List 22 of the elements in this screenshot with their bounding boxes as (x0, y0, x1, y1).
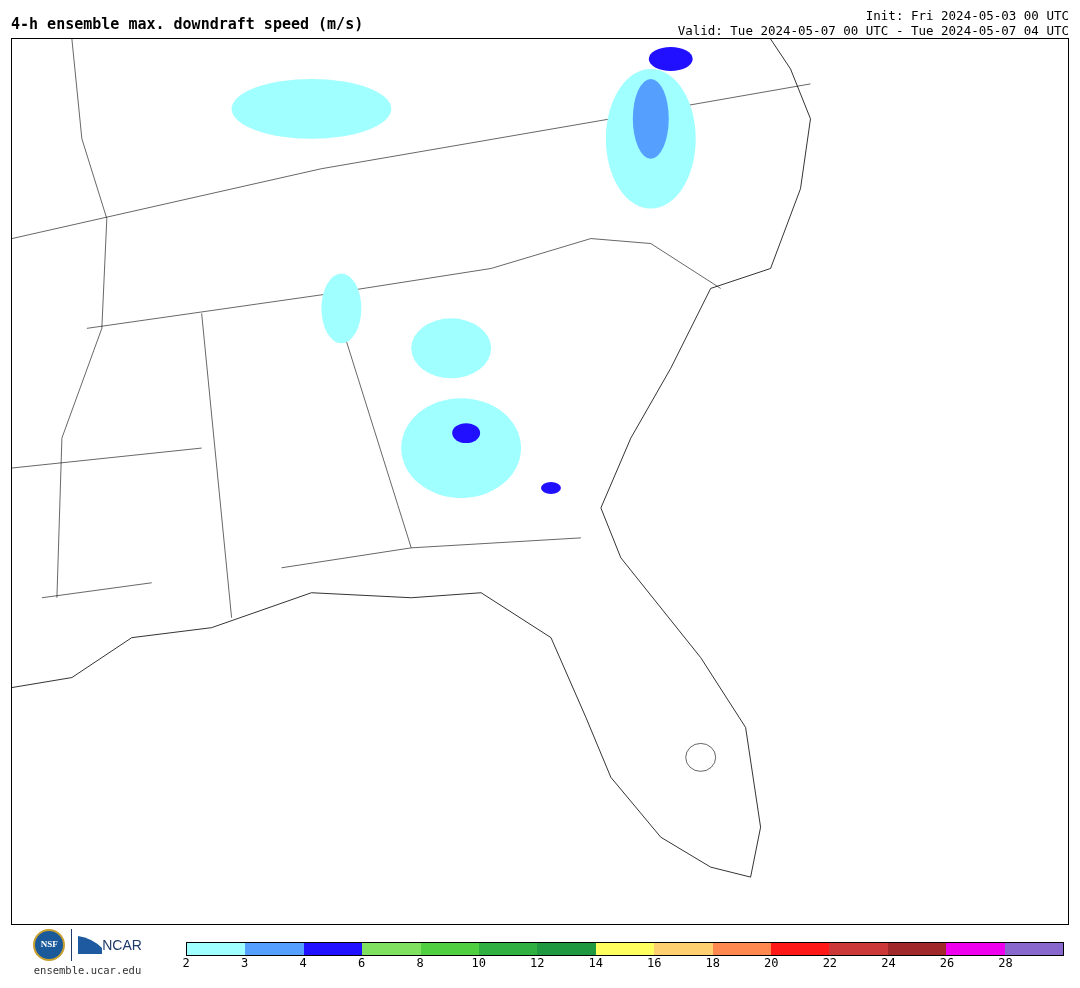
tick-label: 22 (822, 957, 838, 969)
site-url: ensemble.ucar.edu (33, 963, 142, 978)
tick-label: 18 (705, 957, 720, 969)
tick-label: 8 (416, 957, 424, 969)
tick-label: 4 (299, 957, 307, 969)
ncar-logo: NCAR (102, 935, 142, 955)
chart-title: 4-h ensemble max. downdraft speed (m/s) (11, 17, 364, 35)
tick-label: 10 (471, 957, 486, 969)
tick-label: 2 (182, 957, 190, 969)
tick-label: 20 (764, 957, 779, 969)
tick-label: 28 (998, 957, 1013, 969)
tick-label: 16 (647, 957, 662, 969)
tick-label: 26 (939, 957, 955, 969)
ncar-logo-icon (78, 936, 103, 954)
valid-time: Valid: Tue 2024-05-07 00 UTC - Tue 2024-05-07 04 UTC (677, 23, 1069, 38)
nsf-logo: NSF (33, 929, 66, 961)
tick-label: 12 (529, 957, 545, 969)
tick-label: 24 (881, 957, 896, 969)
init-time: Init: Fri 2024-05-03 00 UTC (865, 8, 1069, 23)
tick-label: 14 (588, 957, 603, 969)
tick-label: 3 (240, 957, 249, 969)
tick-label: 6 (358, 957, 366, 969)
